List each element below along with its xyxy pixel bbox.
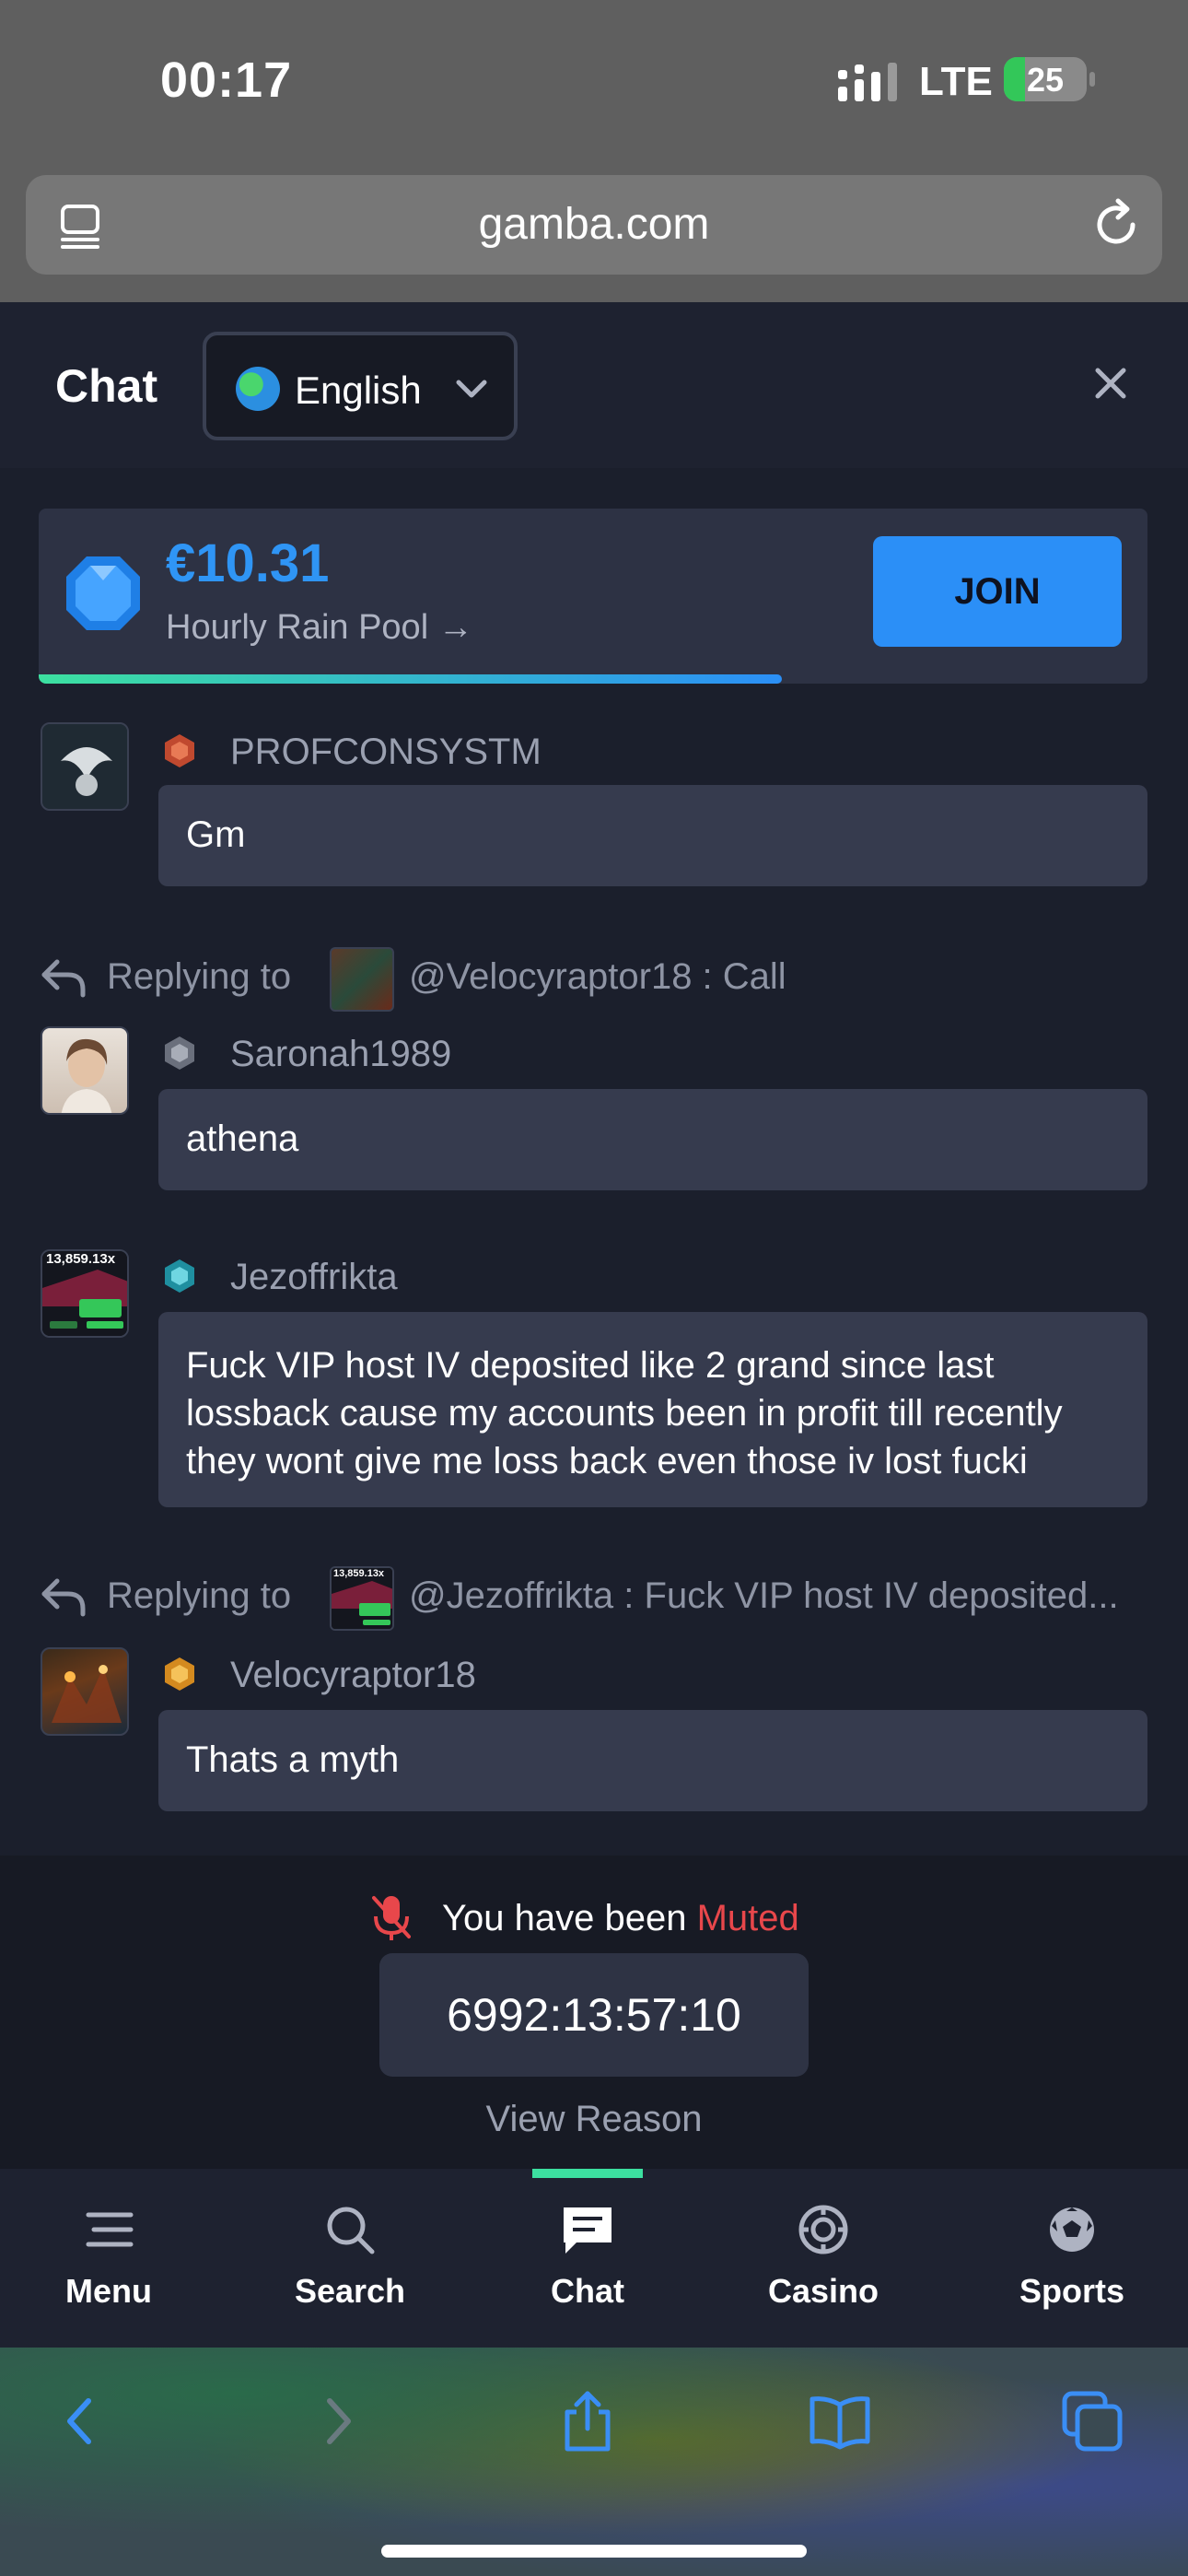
microphone-muted-icon bbox=[372, 1896, 411, 1940]
forward-icon[interactable] bbox=[304, 2388, 370, 2454]
message-bubble: Thats a myth bbox=[158, 1710, 1147, 1811]
reply-text: @Velocyraptor18 : Call bbox=[409, 956, 786, 997]
nav-sports[interactable]: Sports bbox=[980, 2202, 1164, 2331]
share-icon[interactable] bbox=[554, 2388, 621, 2454]
nav-casino[interactable]: Casino bbox=[731, 2202, 915, 2331]
reload-icon[interactable] bbox=[1090, 197, 1142, 252]
language-select[interactable]: English bbox=[203, 332, 518, 440]
message-bubble: athena bbox=[158, 1089, 1147, 1190]
battery-icon: 25 bbox=[1004, 57, 1087, 101]
reply-label: Replying to bbox=[107, 1575, 292, 1616]
avatar-caption: 13,859.13x bbox=[46, 1251, 116, 1267]
reply-arrow-icon bbox=[41, 959, 86, 998]
back-icon[interactable] bbox=[48, 2388, 114, 2454]
rank-badge-icon bbox=[165, 1036, 194, 1070]
home-indicator bbox=[381, 2545, 807, 2558]
battery-level: 25 bbox=[1026, 61, 1065, 99]
rank-badge-icon bbox=[165, 1657, 194, 1691]
network-type: LTE bbox=[919, 59, 993, 104]
browser-address-area: gamba.com bbox=[0, 166, 1188, 302]
username[interactable]: PROFCONSYSTM bbox=[230, 732, 542, 773]
status-bar: 00:17 LTE 25 bbox=[0, 0, 1188, 166]
bottom-nav: Menu Search Chat Casino Sports bbox=[0, 2169, 1188, 2348]
reply-reference[interactable]: Replying to @Velocyraptor18 : Call bbox=[41, 947, 1155, 1012]
chat-title: Chat bbox=[55, 360, 158, 412]
message-bubble: Fuck VIP host IV deposited like 2 grand … bbox=[158, 1312, 1147, 1507]
reply-text: @Jezoffrikta : Fuck VIP host IV deposite… bbox=[409, 1575, 1119, 1616]
casino-chip-icon bbox=[798, 2205, 848, 2254]
close-icon[interactable] bbox=[1087, 359, 1135, 407]
battery-tip bbox=[1089, 72, 1095, 87]
rain-progress-fill bbox=[39, 674, 782, 684]
nav-label: Casino bbox=[767, 2272, 879, 2310]
username[interactable]: Velocyraptor18 bbox=[230, 1655, 476, 1696]
nav-search[interactable]: Search bbox=[258, 2202, 442, 2331]
message-bubble: Gm bbox=[158, 785, 1147, 886]
view-reason-link[interactable]: View Reason bbox=[0, 2099, 1188, 2140]
reply-avatar: 13,859.13x bbox=[330, 1566, 394, 1631]
gem-icon bbox=[66, 556, 140, 630]
menu-icon bbox=[86, 2212, 134, 2247]
reply-label: Replying to bbox=[107, 956, 292, 997]
avatar[interactable]: 13,859.13x bbox=[41, 1249, 129, 1338]
search-icon bbox=[327, 2207, 375, 2254]
nav-label: Chat bbox=[551, 2272, 624, 2310]
nav-label: Sports bbox=[1019, 2272, 1124, 2310]
rain-pool-card: €10.31 Hourly Rain Pool → JOIN bbox=[39, 509, 1147, 684]
rain-pool-amount: €10.31 bbox=[166, 533, 330, 593]
avatar[interactable] bbox=[41, 1647, 129, 1736]
globe-icon bbox=[236, 367, 280, 411]
username[interactable]: Jezoffrikta bbox=[230, 1257, 398, 1298]
status-time: 00:17 bbox=[160, 53, 293, 108]
avatar[interactable] bbox=[41, 722, 129, 811]
rain-progress-bar bbox=[39, 674, 1147, 684]
nav-chat[interactable]: Chat bbox=[495, 2202, 680, 2331]
language-label: English bbox=[295, 369, 422, 412]
url-text[interactable]: gamba.com bbox=[26, 199, 1162, 250]
tabs-icon[interactable] bbox=[1059, 2388, 1125, 2454]
username[interactable]: Saronah1989 bbox=[230, 1034, 451, 1075]
join-button[interactable]: JOIN bbox=[873, 536, 1122, 647]
cellular-signal-icon bbox=[838, 63, 897, 101]
mute-timer: 6992:13:57:10 bbox=[379, 1953, 809, 2077]
muted-word: Muted bbox=[696, 1898, 799, 1938]
muted-prefix: You have been bbox=[442, 1898, 697, 1938]
nav-label: Menu bbox=[65, 2272, 152, 2310]
nav-label: Search bbox=[294, 2272, 406, 2310]
rank-badge-icon bbox=[165, 734, 194, 767]
rain-pool-link[interactable]: Hourly Rain Pool → bbox=[166, 608, 473, 648]
bookmarks-icon[interactable] bbox=[807, 2388, 873, 2454]
reply-avatar bbox=[330, 947, 394, 1012]
chevron-down-icon bbox=[456, 380, 487, 398]
address-bar[interactable]: gamba.com bbox=[26, 175, 1162, 275]
nav-menu[interactable]: Menu bbox=[17, 2202, 201, 2331]
chat-header: Chat English bbox=[0, 302, 1188, 468]
soccer-ball-icon bbox=[1050, 2207, 1094, 2252]
chat-icon bbox=[564, 2207, 611, 2254]
rank-badge-icon bbox=[165, 1259, 194, 1293]
muted-panel: You have been Muted 6992:13:57:10 View R… bbox=[0, 1856, 1188, 2169]
active-tab-indicator bbox=[532, 2169, 643, 2178]
muted-message: You have been Muted bbox=[442, 1898, 799, 1939]
avatar[interactable] bbox=[41, 1026, 129, 1115]
browser-toolbar bbox=[0, 2348, 1188, 2576]
reply-reference[interactable]: Replying to 13,859.13x @Jezoffrikta : Fu… bbox=[41, 1566, 1155, 1631]
reply-avatar-caption: 13,859.13x bbox=[333, 1568, 385, 1579]
reply-arrow-icon bbox=[41, 1578, 86, 1617]
